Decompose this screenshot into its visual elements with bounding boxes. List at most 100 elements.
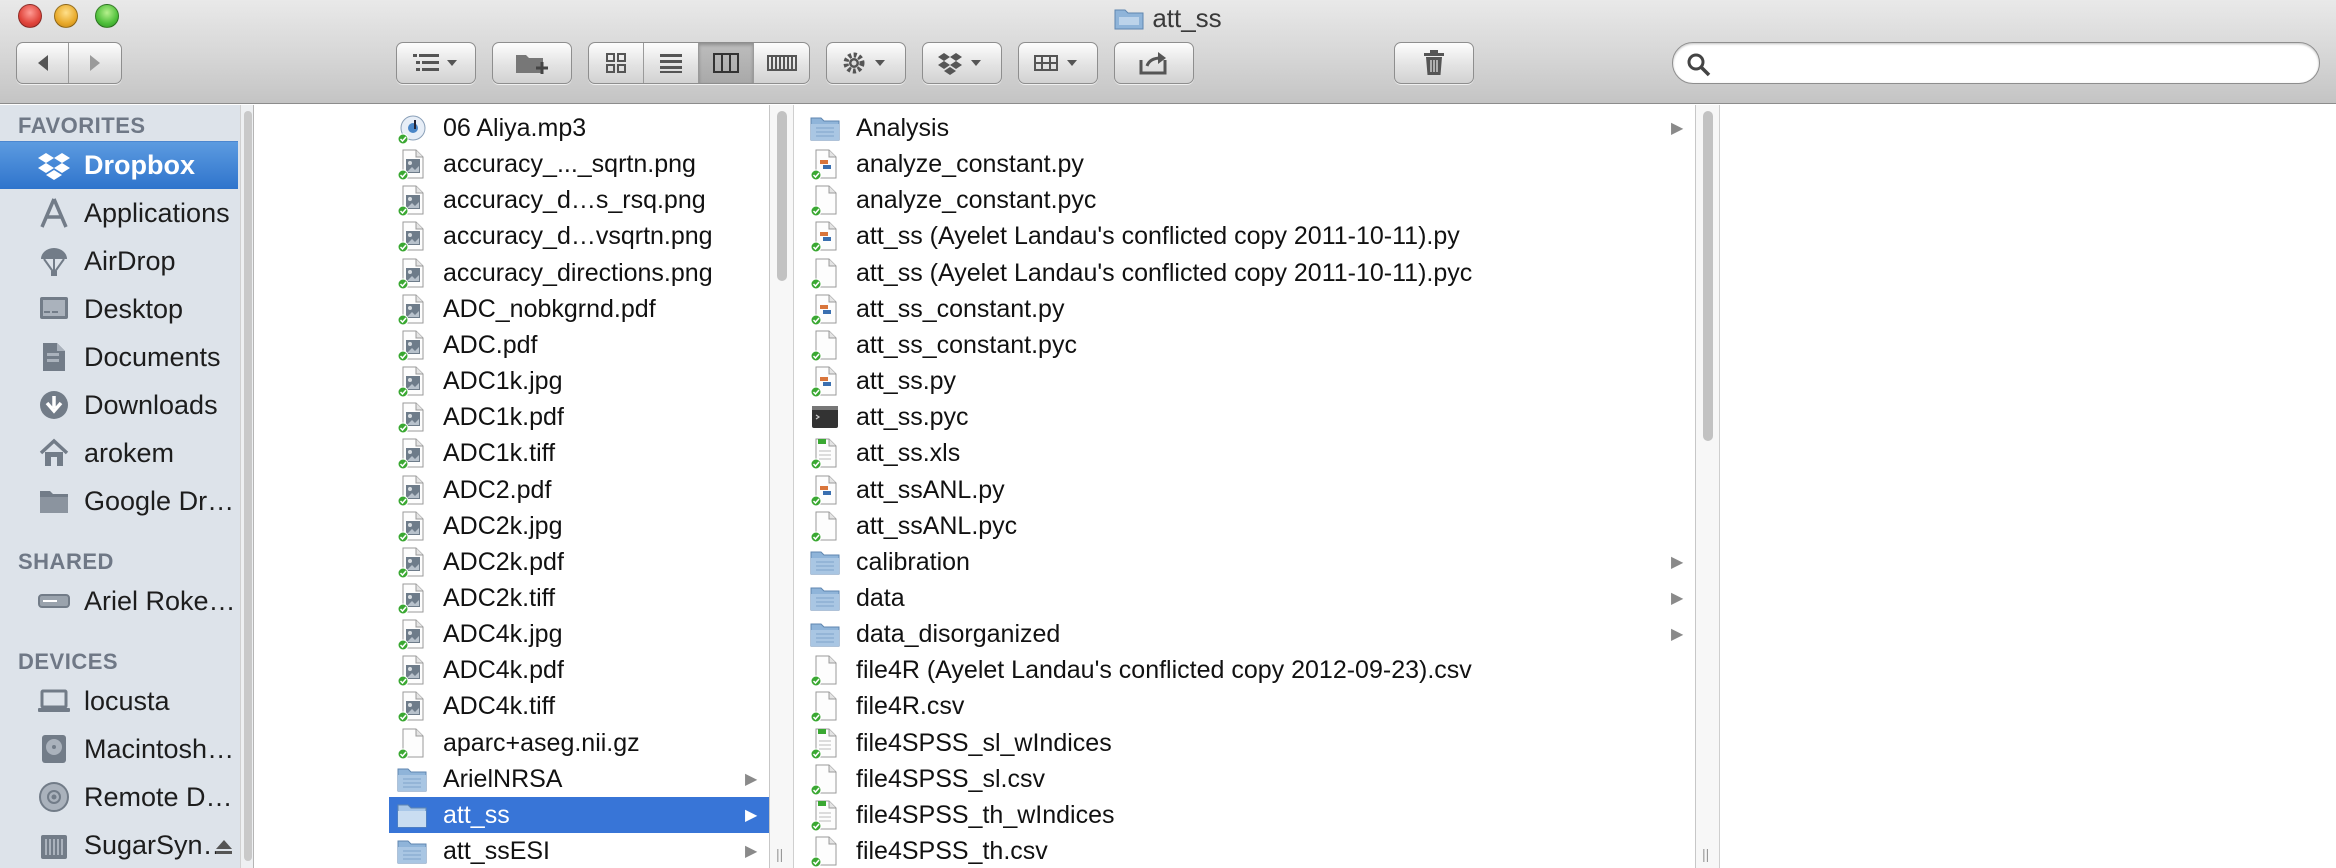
search-input[interactable] bbox=[1717, 49, 2307, 77]
sidebar-item-arokem[interactable]: arokem bbox=[0, 429, 238, 477]
sidebar-scrollbar[interactable] bbox=[240, 105, 253, 868]
file-row[interactable]: ADC2k.pdf bbox=[389, 544, 769, 580]
column-2-scrollbar[interactable]: || bbox=[1696, 105, 1720, 868]
grid-menu-icon bbox=[1034, 55, 1077, 71]
forward-button[interactable] bbox=[69, 43, 121, 83]
file-row[interactable]: att_ss_constant.pyc bbox=[802, 327, 1695, 363]
file-row[interactable]: ADC2k.tiff bbox=[389, 580, 769, 616]
file-row[interactable]: ADC1k.pdf bbox=[389, 399, 769, 435]
file-row[interactable]: att_ss_constant.py bbox=[802, 291, 1695, 327]
sidebar-item-documents[interactable]: Documents bbox=[0, 333, 238, 381]
folder-icon bbox=[397, 835, 427, 867]
document-file-icon bbox=[810, 835, 840, 867]
sidebar-item-desktop[interactable]: Desktop bbox=[0, 285, 238, 333]
sidebar-item-ariel-rokem-s-tim[interactable]: Ariel Rokem's Tim… bbox=[0, 577, 238, 625]
share-icon bbox=[1139, 52, 1167, 75]
file-row[interactable]: file4R (Ayelet Landau's conflicted copy … bbox=[802, 652, 1695, 688]
file-row[interactable]: att_ss (Ayelet Landau's conflicted copy … bbox=[802, 255, 1695, 291]
dropbox-menu-button[interactable] bbox=[922, 42, 1002, 84]
file-name: accuracy_directions.png bbox=[443, 258, 713, 287]
file-row[interactable]: ADC1k.tiff bbox=[389, 435, 769, 471]
file-row[interactable]: accuracy_..._sqrtn.png bbox=[389, 146, 769, 182]
file-name: analyze_constant.py bbox=[856, 149, 1084, 178]
file-row[interactable]: ADC4k.tiff bbox=[389, 688, 769, 724]
sidebar-item-google-drive[interactable]: Google Drive bbox=[0, 477, 238, 525]
sidebar-item-remote-disc[interactable]: Remote Disc bbox=[0, 773, 238, 821]
sidebar-item-airdrop[interactable]: AirDrop bbox=[0, 237, 238, 285]
folder-row[interactable]: data_disorganized ▶ bbox=[802, 616, 1695, 652]
file-row[interactable]: analyze_constant.pyc bbox=[802, 182, 1695, 218]
file-row[interactable]: ADC.pdf bbox=[389, 327, 769, 363]
column-resize-grip[interactable]: || bbox=[776, 846, 783, 862]
file-name: att_ssANL.pyc bbox=[856, 511, 1018, 540]
window-title-text: att_ss bbox=[1152, 3, 1222, 33]
file-row[interactable]: file4SPSS_th.csv bbox=[802, 833, 1695, 868]
folder-row[interactable]: att_ssESI ▶ bbox=[389, 833, 769, 868]
file-row[interactable]: ADC_nobkgrnd.pdf bbox=[389, 291, 769, 327]
file-row[interactable]: file4SPSS_sl_wIndices bbox=[802, 725, 1695, 761]
image-file-icon bbox=[397, 690, 427, 722]
column-1-scrollbar[interactable]: || bbox=[770, 105, 794, 868]
back-button[interactable] bbox=[17, 43, 69, 83]
folder-row[interactable]: data ▶ bbox=[802, 580, 1695, 616]
file-row[interactable]: accuracy_d…vsqrtn.png bbox=[389, 218, 769, 254]
image-file-icon bbox=[397, 437, 427, 469]
file-row[interactable]: 06 Aliya.mp3 bbox=[389, 110, 769, 146]
sidebar-item-applications[interactable]: Applications bbox=[0, 189, 238, 237]
file-row[interactable]: att_ssANL.py bbox=[802, 472, 1695, 508]
folder-icon bbox=[810, 112, 840, 144]
file-row[interactable]: ADC4k.jpg bbox=[389, 616, 769, 652]
file-row[interactable]: accuracy_d…s_rsq.png bbox=[389, 182, 769, 218]
file-name: att_ssANL.py bbox=[856, 475, 1005, 504]
new-folder-button[interactable] bbox=[492, 42, 572, 84]
search-field[interactable] bbox=[1672, 42, 2320, 84]
eject-icon[interactable] bbox=[214, 833, 234, 864]
file-row[interactable]: att_ss.py bbox=[802, 363, 1695, 399]
file-row[interactable]: file4SPSS_th_wIndices bbox=[802, 797, 1695, 833]
icon-view-button[interactable] bbox=[589, 43, 644, 83]
column-view-button[interactable] bbox=[699, 43, 754, 83]
sidebar-item-downloads[interactable]: Downloads bbox=[0, 381, 238, 429]
file-name: ADC4k.jpg bbox=[443, 619, 563, 648]
file-row[interactable]: file4SPSS_sl.csv bbox=[802, 761, 1695, 797]
file-row[interactable]: att_ss.pyc bbox=[802, 399, 1695, 435]
file-row[interactable]: analyze_constant.py bbox=[802, 146, 1695, 182]
group-by-button[interactable] bbox=[1018, 42, 1098, 84]
delete-button[interactable] bbox=[1394, 42, 1474, 84]
file-row[interactable]: ADC1k.jpg bbox=[389, 363, 769, 399]
list-view-button[interactable] bbox=[644, 43, 699, 83]
file-row[interactable]: file4R.csv bbox=[802, 688, 1695, 724]
view-mode-control bbox=[588, 42, 810, 84]
sidebar-item-macintosh-hd[interactable]: Macintosh HD bbox=[0, 725, 238, 773]
sidebar-scroll-thumb[interactable] bbox=[244, 111, 252, 861]
sidebar-item-label: Desktop bbox=[84, 293, 184, 324]
file-row[interactable]: accuracy_directions.png bbox=[389, 255, 769, 291]
share-button[interactable] bbox=[1114, 42, 1194, 84]
file-name: data bbox=[856, 583, 905, 612]
file-name: accuracy_d…vsqrtn.png bbox=[443, 221, 713, 250]
folder-row[interactable]: att_ss ▶ bbox=[389, 797, 769, 833]
arrange-button[interactable] bbox=[396, 42, 476, 84]
sidebar-item-label: arokem bbox=[84, 437, 175, 468]
column-resize-grip[interactable]: || bbox=[1702, 846, 1709, 862]
file-row[interactable]: ADC2k.jpg bbox=[389, 508, 769, 544]
sidebar-item-sugarsync-drive[interactable]: SugarSync Drive bbox=[0, 821, 238, 868]
column-1-scroll-thumb[interactable] bbox=[777, 111, 787, 281]
action-menu-button[interactable] bbox=[826, 42, 906, 84]
file-row[interactable]: att_ss.xls bbox=[802, 435, 1695, 471]
file-row[interactable]: aparc+aseg.nii.gz bbox=[389, 725, 769, 761]
file-row[interactable]: att_ssANL.pyc bbox=[802, 508, 1695, 544]
sidebar-item-locusta[interactable]: locusta bbox=[0, 677, 238, 725]
folder-row[interactable]: ArielNRSA ▶ bbox=[389, 761, 769, 797]
sidebar-item-dropbox[interactable]: Dropbox bbox=[0, 141, 238, 189]
folder-row[interactable]: Analysis ▶ bbox=[802, 110, 1695, 146]
documents-icon bbox=[36, 339, 72, 375]
file-row[interactable]: ADC4k.pdf bbox=[389, 652, 769, 688]
file-row[interactable]: att_ss (Ayelet Landau's conflicted copy … bbox=[802, 218, 1695, 254]
file-row[interactable]: ADC2.pdf bbox=[389, 472, 769, 508]
sidebar-item-label: Google Drive bbox=[84, 485, 238, 516]
disclosure-arrow-icon: ▶ bbox=[745, 807, 758, 824]
coverflow-view-button[interactable] bbox=[754, 43, 809, 83]
column-2-scroll-thumb[interactable] bbox=[1703, 111, 1713, 441]
folder-row[interactable]: calibration ▶ bbox=[802, 544, 1695, 580]
